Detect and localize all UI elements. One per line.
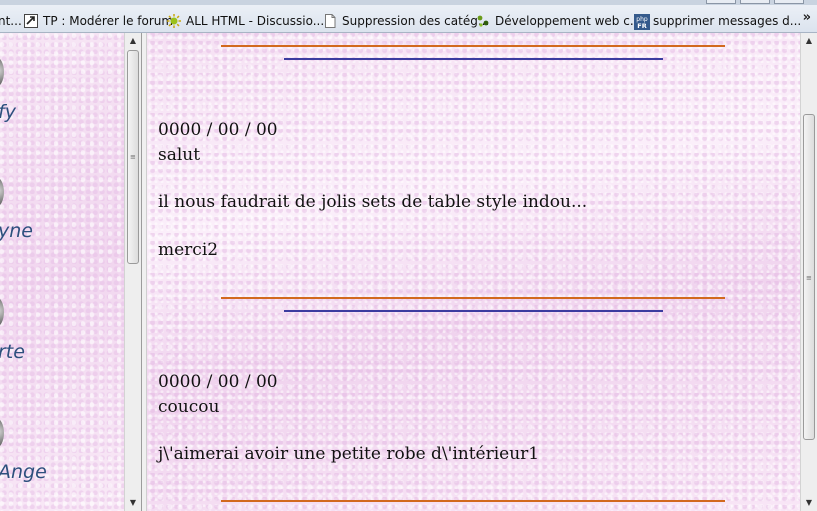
bookmarks-overflow-chevron-icon[interactable]: » [803, 10, 811, 25]
toolbar-button[interactable] [706, 0, 736, 4]
bookmark-item[interactable]: nt... [0, 12, 22, 30]
member-name[interactable]: fy [0, 101, 16, 123]
bookmarks-toolbar: nt... TP : Modérer le forum ALL HTML - D… [0, 0, 817, 33]
dots-logo-icon [476, 14, 490, 28]
members-scrollbar[interactable]: ▲ ≡ ▼ [124, 33, 141, 511]
member-name[interactable]: Ange [0, 461, 47, 483]
tp-logo-icon [24, 14, 38, 28]
bookmark-label: ALL HTML - Discussio... [186, 14, 325, 28]
separator-orange [221, 500, 725, 502]
post-text: il nous faudrait de jolis sets de table … [158, 192, 588, 212]
scrollbar-thumb[interactable]: ≡ [127, 50, 139, 264]
bookmark-item[interactable]: Suppression des catég... [323, 12, 489, 30]
scrollbar-thumb[interactable]: ≡ [803, 114, 815, 440]
avatar [0, 418, 4, 448]
avatar [0, 297, 4, 327]
toolbar-button[interactable] [740, 0, 770, 4]
bookmark-item[interactable]: ALL HTML - Discussio... [167, 12, 324, 30]
svg-text:FR: FR [637, 22, 646, 30]
avatar [0, 177, 4, 207]
avatar [0, 57, 4, 87]
member-name[interactable]: yne [0, 220, 33, 242]
scroll-down-arrow-icon[interactable]: ▼ [801, 495, 817, 511]
post-text: merci2 [158, 240, 219, 260]
bookmark-label: TP : Modérer le forum [43, 14, 174, 28]
bookmark-label: supprimer messages d... [653, 14, 802, 28]
toolbar-button[interactable] [774, 0, 804, 4]
scroll-up-arrow-icon[interactable]: ▲ [801, 33, 817, 49]
toolbar-top-edge [0, 0, 817, 5]
bookmark-label: nt... [0, 14, 22, 28]
scroll-up-arrow-icon[interactable]: ▲ [125, 33, 141, 49]
grip-icon: ≡ [806, 274, 812, 282]
post-text: salut [158, 145, 201, 165]
messages-frame: 0000 / 00 / 00 salut il nous faudrait de… [147, 33, 800, 511]
post-text: coucou [158, 397, 220, 417]
separator-orange [221, 45, 725, 47]
separator-blue [284, 310, 663, 312]
members-frame: fy yne rte Ange [0, 33, 141, 511]
post-date: 0000 / 00 / 00 [158, 372, 278, 392]
post-text: j\'aimerai avoir une petite robe d\'inté… [158, 444, 540, 464]
messages-scrollbar[interactable]: ▲ ≡ ▼ [800, 33, 817, 511]
bookmark-item[interactable]: php FR supprimer messages d... [634, 12, 801, 30]
scroll-down-arrow-icon[interactable]: ▼ [125, 495, 141, 511]
bookmark-label: Suppression des catég... [342, 14, 490, 28]
member-name[interactable]: rte [0, 341, 25, 363]
post-date: 0000 / 00 / 00 [158, 120, 278, 140]
sun-logo-icon [167, 14, 181, 28]
bookmark-item[interactable]: Développement web c... [476, 12, 641, 30]
blank-page-icon [323, 14, 337, 28]
grip-icon: ≡ [130, 153, 136, 161]
separator-orange [221, 297, 725, 299]
separator-blue [284, 58, 663, 60]
phpfr-logo-icon: php FR [634, 14, 650, 30]
bookmark-label: Développement web c... [495, 14, 642, 28]
bookmark-item[interactable]: TP : Modérer le forum [24, 12, 173, 30]
